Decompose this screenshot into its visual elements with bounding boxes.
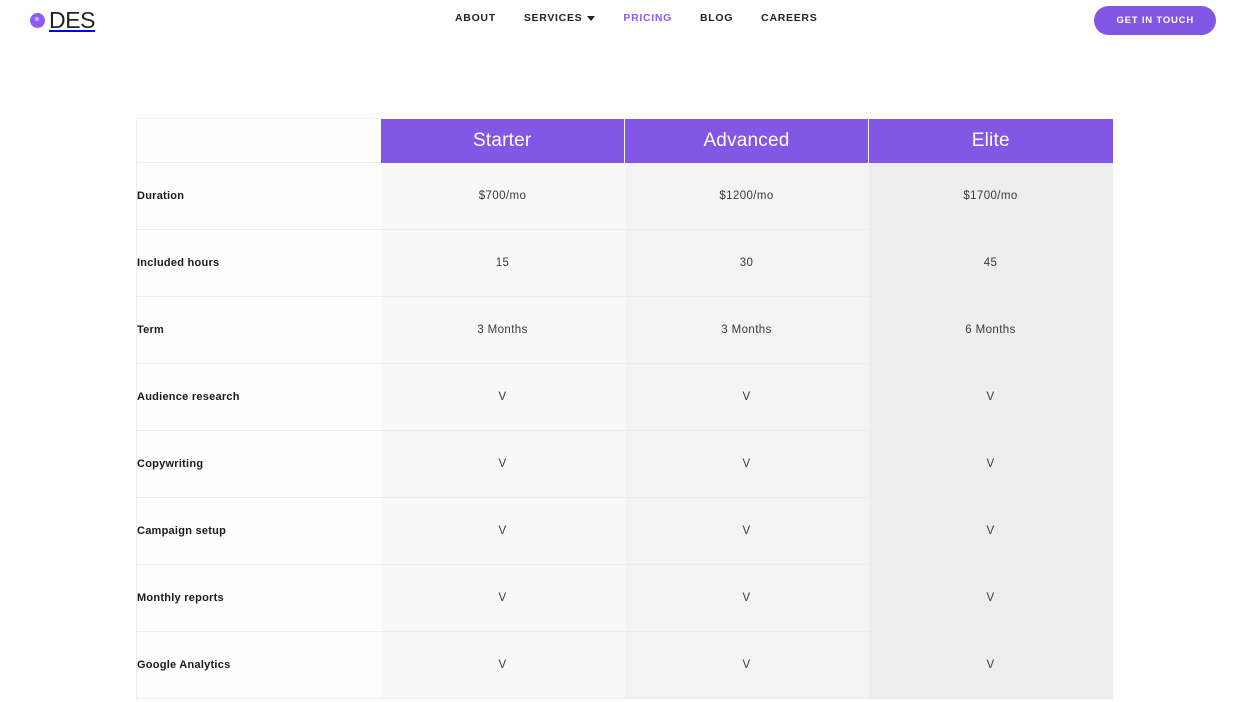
chevron-down-icon	[587, 16, 596, 21]
table-row: Copywriting V V V	[136, 430, 1113, 498]
cell-included-hours-elite: 45	[868, 229, 1113, 297]
plan-header-advanced: Advanced	[624, 118, 869, 163]
checkmark-icon-google-analytics-advanced: V	[624, 631, 869, 699]
checkmark-icon-google-analytics-starter: V	[380, 631, 625, 699]
nav-item-services[interactable]: SERVICES	[524, 12, 596, 24]
table-row: Included hours 15 30 45	[136, 229, 1113, 297]
cell-term-starter: 3 Months	[380, 296, 625, 364]
cell-duration-elite: $1700/mo	[868, 162, 1113, 230]
checkmark-icon-audience-research-advanced: V	[624, 363, 869, 431]
nav-item-careers[interactable]: CAREERS	[761, 12, 817, 24]
site-header: DES ABOUT SERVICES PRICING BLOG CAREERS …	[0, 0, 1248, 41]
checkmark-icon-audience-research-starter: V	[380, 363, 625, 431]
checkmark-icon-campaign-setup-starter: V	[380, 497, 625, 565]
row-label-duration: Duration	[136, 162, 381, 230]
row-label-term: Term	[136, 296, 381, 364]
cell-included-hours-starter: 15	[380, 229, 625, 297]
nav-item-blog[interactable]: BLOG	[700, 12, 733, 24]
nav-label-services: SERVICES	[523, 12, 583, 24]
table-row: Monthly reports V V V	[136, 564, 1113, 632]
table-row: Term 3 Months 3 Months 6 Months	[136, 296, 1113, 364]
plan-header-starter: Starter	[380, 118, 625, 163]
checkmark-icon-monthly-reports-elite: V	[868, 564, 1113, 632]
brand-logo[interactable]: DES	[30, 6, 95, 34]
pricing-table-header-row: Starter Advanced Elite	[136, 118, 1113, 163]
table-row: Audience research V V V	[136, 363, 1113, 431]
checkmark-icon-monthly-reports-advanced: V	[624, 564, 869, 632]
row-label-google-analytics: Google Analytics	[136, 631, 381, 699]
main-navigation: ABOUT SERVICES PRICING BLOG CAREERS	[455, 12, 817, 24]
nav-item-pricing[interactable]: PRICING	[623, 12, 672, 24]
pricing-table-header: Starter Advanced Elite	[136, 118, 1113, 163]
row-label-copywriting: Copywriting	[136, 430, 381, 498]
table-row: Duration $700/mo $1200/mo $1700/mo	[136, 162, 1113, 230]
checkmark-icon-campaign-setup-advanced: V	[624, 497, 869, 565]
pricing-table-body: Duration $700/mo $1200/mo $1700/mo Inclu…	[136, 162, 1113, 699]
row-label-campaign-setup: Campaign setup	[136, 497, 381, 565]
nav-label-blog: BLOG	[700, 12, 734, 24]
checkmark-icon-google-analytics-elite: V	[868, 631, 1113, 699]
checkmark-icon-audience-research-elite: V	[868, 363, 1113, 431]
cell-term-advanced: 3 Months	[624, 296, 869, 364]
checkmark-icon-copywriting-advanced: V	[624, 430, 869, 498]
logo-dot-icon	[30, 12, 45, 28]
pricing-table: Starter Advanced Elite Duration $700/mo …	[136, 118, 1113, 699]
cell-included-hours-advanced: 30	[624, 229, 869, 297]
cell-duration-starter: $700/mo	[380, 162, 625, 230]
nav-item-about[interactable]: ABOUT	[455, 12, 496, 24]
table-corner-cell	[136, 118, 381, 163]
cell-term-elite: 6 Months	[868, 296, 1113, 364]
cell-duration-advanced: $1200/mo	[624, 162, 869, 230]
row-label-monthly-reports: Monthly reports	[136, 564, 381, 632]
nav-label-about: ABOUT	[455, 12, 496, 24]
checkmark-icon-copywriting-elite: V	[868, 430, 1113, 498]
checkmark-icon-monthly-reports-starter: V	[380, 564, 625, 632]
pricing-table-container: Starter Advanced Elite Duration $700/mo …	[136, 118, 1113, 699]
row-label-included-hours: Included hours	[136, 229, 381, 297]
checkmark-icon-campaign-setup-elite: V	[868, 497, 1113, 565]
nav-label-pricing: PRICING	[623, 12, 673, 24]
row-label-audience-research: Audience research	[136, 363, 381, 431]
brand-name: DES	[49, 6, 96, 33]
table-row: Google Analytics V V V	[136, 631, 1113, 699]
checkmark-icon-copywriting-starter: V	[380, 430, 625, 498]
nav-label-careers: CAREERS	[761, 12, 818, 24]
table-row: Campaign setup V V V	[136, 497, 1113, 565]
get-in-touch-button[interactable]: GET IN TOUCH	[1094, 6, 1216, 35]
plan-header-elite: Elite	[868, 118, 1113, 163]
